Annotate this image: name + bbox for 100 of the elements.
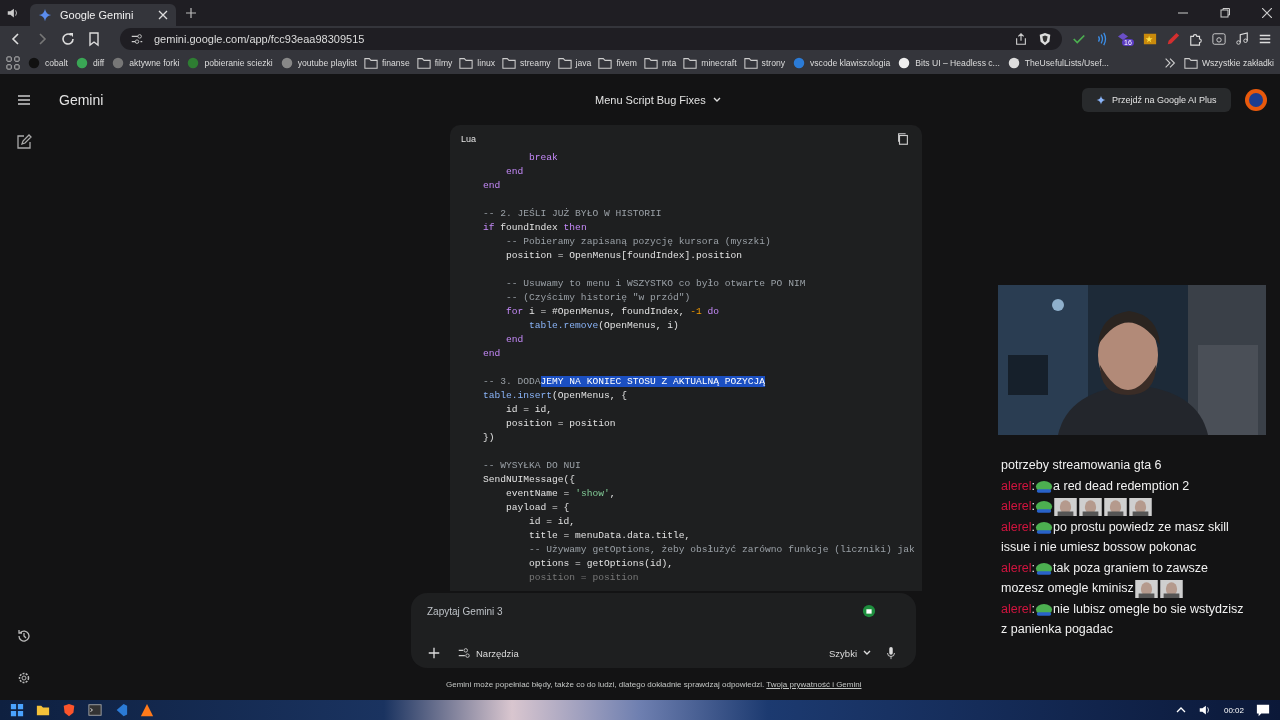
clock-text[interactable]: 00:02 xyxy=(1223,705,1244,715)
windows-icon[interactable] xyxy=(10,703,24,717)
code-line: SendNUIMessage({ xyxy=(483,474,576,485)
bookmark[interactable]: diff xyxy=(74,56,105,70)
upgrade-button[interactable]: Przejdź na Google AI Plus xyxy=(1082,87,1231,112)
bookmark[interactable]: filmy xyxy=(416,56,453,70)
caret-icon[interactable] xyxy=(1175,705,1186,715)
new-tab-icon[interactable] xyxy=(186,8,196,18)
check-icon[interactable] xyxy=(1072,32,1086,46)
bookmark[interactable]: aktywne forki xyxy=(111,56,180,70)
bookmark[interactable]: linux xyxy=(459,56,496,70)
tools-button[interactable]: Narzędzia xyxy=(457,646,519,660)
signal-icon[interactable] xyxy=(1095,32,1109,46)
folder-icon xyxy=(1183,56,1198,70)
code-line: position = OpenMenus[foundIndex].position xyxy=(505,250,743,261)
prompt-field[interactable]: Zapytaj Gemini 3 xyxy=(427,605,850,617)
code-line: }) xyxy=(483,432,495,443)
code-line: end xyxy=(483,348,501,359)
code-line: -- Pobieramy zapisaną pozycję kursora (myszki) xyxy=(505,236,771,247)
bookmark[interactable]: minecraft xyxy=(683,56,737,70)
bookmark[interactable]: Bits UI – Headless c... xyxy=(897,56,1000,70)
folder-icon xyxy=(643,56,658,70)
code-line: title = menuData.data.title, xyxy=(528,530,691,541)
share-icon[interactable] xyxy=(1014,32,1028,46)
code-line: -- Używamy getOptions, żeby obsłużyć zarówno funkcje (liczniki) jak xyxy=(528,544,915,555)
close-icon[interactable] xyxy=(158,10,168,20)
folder-icon xyxy=(363,56,378,70)
bookmark[interactable]: TheUsefulLists/Usef... xyxy=(1006,56,1109,70)
code-line: table.remove(OpenMenus, i) xyxy=(528,320,679,331)
bookmark[interactable]: finanse xyxy=(363,56,410,70)
code-line: -- WYSYŁKA DO NUI xyxy=(483,460,581,471)
code-line: -- 2. JEŚLI JUŻ BYŁO W HISTORII xyxy=(483,208,662,219)
close-icon[interactable] xyxy=(1262,8,1272,18)
restore-icon[interactable] xyxy=(1220,8,1230,18)
folder-icon[interactable] xyxy=(36,703,50,717)
history-icon[interactable] xyxy=(16,628,32,644)
code-line: end xyxy=(505,166,524,177)
bookmark[interactable]: cobalt xyxy=(27,56,68,70)
code-line: -- (Czyścimy historię "w przód") xyxy=(505,292,691,303)
code-line: position = position xyxy=(505,418,616,429)
code-line: for i = #OpenMenus, foundIndex, -1 do xyxy=(505,306,720,317)
code-line: end xyxy=(505,334,524,345)
code-editor-icon[interactable] xyxy=(114,703,128,717)
folder-icon xyxy=(416,56,431,70)
edit-icon[interactable] xyxy=(16,134,32,150)
settings-icon[interactable] xyxy=(16,670,32,686)
menu-icon[interactable] xyxy=(16,92,32,108)
site-icon xyxy=(279,56,294,70)
bookmark[interactable]: java xyxy=(557,56,592,70)
chat-title-dropdown[interactable]: Menu Script Bug Fixes xyxy=(595,93,722,106)
plus-icon[interactable] xyxy=(427,646,441,660)
bookmark[interactable]: mta xyxy=(643,56,677,70)
site-icon xyxy=(27,56,41,70)
site-icon xyxy=(186,56,201,70)
folder-icon xyxy=(683,56,698,70)
bookmark[interactable]: strony xyxy=(743,56,785,70)
site-settings-icon[interactable] xyxy=(130,32,144,46)
folder-icon xyxy=(502,56,517,70)
mode-dropdown[interactable]: Szybki xyxy=(829,647,872,659)
browser-tab[interactable]: Google Gemini xyxy=(30,4,176,26)
bookmark[interactable]: pobieranie sciezki xyxy=(186,56,273,70)
address-bar[interactable]: gemini.google.com/app/fcc93eaa98309515 xyxy=(120,28,1062,50)
terminal-icon[interactable] xyxy=(88,703,102,717)
sparkle-icon xyxy=(1096,94,1106,105)
site-icon xyxy=(792,56,806,70)
bookmark[interactable]: Wszystkie zakładki xyxy=(1183,56,1274,70)
microphone-icon[interactable] xyxy=(884,646,898,660)
code-line: options = getOptions(id), xyxy=(528,558,673,569)
shield-icon[interactable] xyxy=(1038,32,1052,46)
chat-message: alerel: a red dead redemption 2 xyxy=(1001,477,1191,495)
avatar-icon[interactable] xyxy=(1245,88,1267,111)
volume-icon[interactable] xyxy=(1197,703,1212,717)
music-icon[interactable] xyxy=(1235,32,1249,46)
site-icon xyxy=(897,56,912,70)
pen-icon[interactable] xyxy=(1166,32,1180,46)
code-line: if foundIndex then xyxy=(483,222,587,233)
bookmark[interactable]: fivem xyxy=(598,56,637,70)
privacy-link[interactable]: Twoja prywatność i Gemini xyxy=(766,680,862,689)
code-line: payload = { xyxy=(505,502,570,513)
speaker-icon[interactable] xyxy=(6,6,20,20)
sliders-icon xyxy=(457,646,471,660)
url-text: gemini.google.com/app/fcc93eaa98309515 xyxy=(154,33,365,45)
notification-icon[interactable] xyxy=(1256,703,1270,717)
bookmark[interactable]: streamy xyxy=(502,56,551,70)
code-line: -- Usuwamy to menu i WSZYSTKO co było otwarte PO NIM xyxy=(505,278,806,289)
reload-icon[interactable] xyxy=(60,31,76,47)
bookmark[interactable]: youtube playlist xyxy=(279,56,357,70)
puzzle-icon[interactable] xyxy=(1189,32,1203,46)
copy-icon[interactable] xyxy=(896,132,910,146)
menu-icon[interactable] xyxy=(1258,32,1272,46)
bookmark[interactable]: vscode klawiszologia xyxy=(792,56,891,70)
site-icon xyxy=(74,56,89,70)
code-line: break xyxy=(528,152,558,163)
chat-message: alerel: xyxy=(1001,496,1253,517)
folder-icon xyxy=(557,56,572,70)
folder-icon xyxy=(743,56,758,70)
bookmark-icon[interactable] xyxy=(86,31,102,47)
apps-icon[interactable] xyxy=(6,56,20,70)
code-line: position = position xyxy=(528,572,639,583)
triangle-icon[interactable] xyxy=(140,703,154,717)
